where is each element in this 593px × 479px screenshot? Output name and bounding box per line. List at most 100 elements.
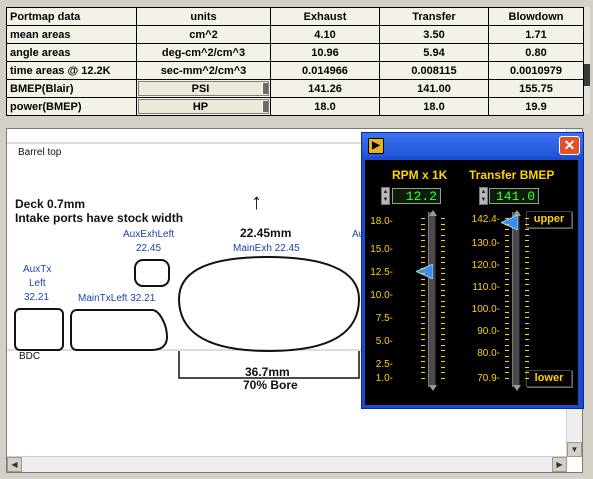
run-arrow-icon: ▶ — [368, 138, 384, 154]
scale-minor-tick — [505, 328, 509, 329]
units-selector-label: PSI — [191, 82, 210, 95]
scale-minor-tick — [441, 356, 445, 357]
window-titlebar[interactable]: ▶ ✕ — [362, 133, 583, 157]
table-row: power(BMEP) HP 18.0 18.0 19.9 — [6, 97, 584, 116]
scale-minor-tick — [441, 224, 445, 225]
scale-minor-tick — [505, 345, 509, 346]
scale-minor-tick — [525, 323, 529, 324]
scale-minor-tick — [525, 251, 529, 252]
drawing-horizontal-scrollbar[interactable]: ◀ ▶ — [7, 456, 567, 472]
transfer-bmep-slider-track[interactable] — [512, 212, 520, 387]
bmep-tick-label: 80.0- — [477, 348, 500, 359]
bmep-tick-label: 70.9- — [477, 373, 500, 384]
units-selector-power[interactable]: HP — [136, 97, 271, 116]
row-label: time areas @ 12.2K — [6, 61, 137, 80]
table-scrollbar[interactable] — [584, 7, 590, 114]
close-button[interactable]: ✕ — [559, 136, 580, 155]
scale-minor-tick — [441, 378, 445, 379]
aux-transfer-left-port — [14, 308, 64, 351]
scale-minor-tick — [505, 306, 509, 307]
table-row: time areas @ 12.2K sec-mm^2/cm^3 0.01496… — [6, 61, 584, 80]
main-exhaust-label: MainExh 22.45 — [233, 243, 300, 254]
rpm-value-display[interactable]: 12.2 — [392, 188, 441, 204]
selector-knob-icon — [262, 101, 268, 112]
transfer-bmep-slider-pointer[interactable] — [501, 215, 518, 230]
scale-minor-tick — [441, 350, 445, 351]
scale-minor-tick — [421, 356, 425, 357]
aux-exhaust-left-value: 22.45 — [136, 243, 162, 254]
row-units: cm^2 — [136, 25, 271, 44]
scale-minor-tick — [505, 323, 509, 324]
table-row: mean areas cm^2 4.10 3.50 1.71 — [6, 25, 584, 44]
rpm-tick-label: 12.5- — [370, 267, 393, 278]
scale-minor-tick — [505, 301, 509, 302]
scale-minor-tick — [441, 323, 445, 324]
scale-minor-tick — [441, 273, 445, 274]
cell-transfer: 141.00 — [379, 79, 489, 98]
scale-minor-tick — [441, 268, 445, 269]
cell-transfer: 18.0 — [379, 97, 489, 116]
scale-minor-tick — [421, 290, 425, 291]
transfer-bmep-spinner[interactable]: ▲ ▼ — [479, 187, 488, 205]
scale-minor-tick — [505, 356, 509, 357]
scale-minor-tick — [421, 317, 425, 318]
main-exhaust-dim: 22.45mm — [240, 226, 292, 240]
scroll-left-icon[interactable]: ◀ — [7, 457, 22, 472]
cell-exhaust: 18.0 — [270, 97, 380, 116]
scale-minor-tick — [441, 339, 445, 340]
lower-limit-button[interactable]: lower — [526, 370, 572, 387]
cell-blowdown: 19.9 — [488, 97, 584, 116]
rpm-slider-bottom-icon — [429, 385, 437, 391]
scale-minor-tick — [525, 224, 529, 225]
scale-minor-tick — [441, 218, 445, 219]
scale-minor-tick — [421, 224, 425, 225]
cell-blowdown: 0.0010979 — [488, 61, 584, 80]
scale-minor-tick — [441, 257, 445, 258]
transfer-bmep-value-display[interactable]: 141.0 — [489, 188, 539, 204]
scale-minor-tick — [525, 372, 529, 373]
upper-limit-button[interactable]: upper — [526, 211, 572, 228]
scale-minor-tick — [505, 361, 509, 362]
selector-knob-icon — [262, 83, 268, 94]
scale-minor-tick — [441, 312, 445, 313]
scale-minor-tick — [525, 328, 529, 329]
row-units: sec-mm^2/cm^3 — [136, 61, 271, 80]
scale-minor-tick — [525, 356, 529, 357]
scale-minor-tick — [525, 317, 529, 318]
up-arrow-icon: ↑ — [251, 189, 262, 214]
cell-blowdown: 155.75 — [488, 79, 584, 98]
scale-minor-tick — [421, 350, 425, 351]
rpm-slider-track[interactable] — [428, 212, 436, 387]
scale-minor-tick — [525, 295, 529, 296]
rpm-spinner[interactable]: ▲ ▼ — [381, 187, 390, 205]
scale-minor-tick — [525, 350, 529, 351]
scale-minor-tick — [525, 218, 529, 219]
scale-minor-tick — [441, 235, 445, 236]
scale-minor-tick — [441, 317, 445, 318]
scale-minor-tick — [441, 229, 445, 230]
scale-minor-tick — [505, 367, 509, 368]
scale-minor-tick — [421, 235, 425, 236]
cell-transfer: 5.94 — [379, 43, 489, 62]
scale-minor-tick — [421, 372, 425, 373]
scale-minor-tick — [441, 295, 445, 296]
aux-exhaust-left-label: AuxExhLeft — [123, 229, 175, 240]
units-selector-bmep[interactable]: PSI — [136, 79, 271, 98]
rpm-slider-pointer[interactable] — [416, 264, 433, 279]
scale-minor-tick — [441, 246, 445, 247]
scale-minor-tick — [421, 262, 425, 263]
scale-minor-tick — [505, 262, 509, 263]
scale-minor-tick — [421, 257, 425, 258]
barrel-top-label: Barrel top — [18, 147, 62, 158]
cell-exhaust: 10.96 — [270, 43, 380, 62]
scroll-down-icon[interactable]: ▼ — [567, 442, 582, 457]
scale-minor-tick — [421, 273, 425, 274]
scale-minor-tick — [505, 312, 509, 313]
rpm-tick-label: 7.5- — [375, 313, 393, 324]
header-transfer: Transfer — [379, 7, 489, 26]
table-header-row: Portmap data units Exhaust Transfer Blow… — [6, 7, 584, 26]
scale-minor-tick — [525, 246, 529, 247]
table-scrollbar-thumb[interactable] — [584, 64, 590, 86]
scroll-right-icon[interactable]: ▶ — [552, 457, 567, 472]
scale-minor-tick — [505, 240, 509, 241]
